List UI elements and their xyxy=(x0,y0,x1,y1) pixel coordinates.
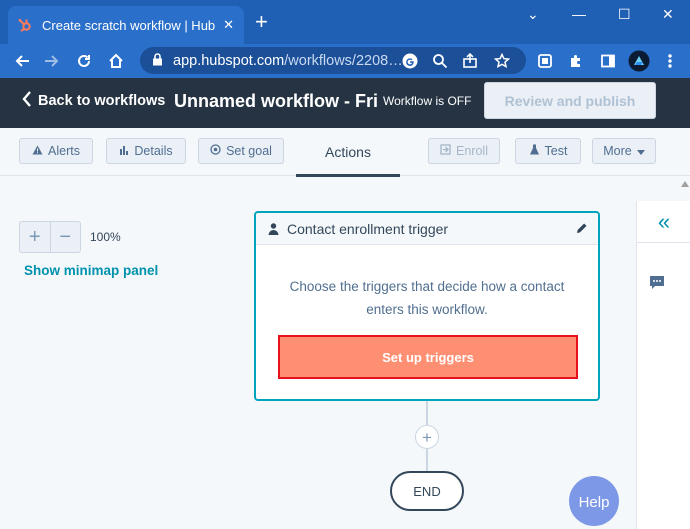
hubspot-logo-icon xyxy=(18,18,32,32)
expand-panel-button[interactable]: « xyxy=(637,201,690,243)
test-label: Test xyxy=(544,144,568,158)
browser-tab-strip: Create scratch workflow | HubSpot ✕ + ⌄ … xyxy=(0,0,690,44)
bookmark-star-icon[interactable] xyxy=(494,47,510,74)
back-link-label: Back to workflows xyxy=(38,93,166,109)
chevron-left-icon xyxy=(22,90,32,113)
enroll-icon xyxy=(440,144,451,158)
browser-toolbar: app.hubspot.com/workflows/2208… xyxy=(0,44,690,78)
right-side-panel: « xyxy=(636,201,690,529)
tab-search-icon[interactable]: ⌄ xyxy=(527,6,539,23)
trigger-card-header: Contact enrollment trigger xyxy=(256,213,598,245)
zoom-icon[interactable] xyxy=(432,47,448,74)
set-goal-button[interactable]: Set goal xyxy=(198,138,284,164)
profile-avatar-icon[interactable] xyxy=(627,49,651,73)
zoom-controls: + − xyxy=(19,221,81,253)
zoom-level: 100% xyxy=(90,230,121,244)
connector-line xyxy=(426,449,428,471)
help-button[interactable]: Help xyxy=(569,476,619,526)
set-goal-label: Set goal xyxy=(226,144,272,158)
warning-icon xyxy=(32,144,43,158)
scroll-up-arrow-icon[interactable] xyxy=(681,181,689,187)
more-dropdown[interactable]: More xyxy=(592,138,656,164)
target-icon xyxy=(210,144,221,158)
comment-icon[interactable] xyxy=(649,275,665,290)
tab-actions[interactable]: Actions xyxy=(296,128,400,177)
close-window-button[interactable]: ✕ xyxy=(662,6,674,23)
details-button[interactable]: Details xyxy=(106,138,186,164)
zoom-in-button[interactable]: + xyxy=(20,222,50,252)
url-host: app.hubspot.com xyxy=(173,52,285,69)
show-minimap-link[interactable]: Show minimap panel xyxy=(24,263,158,278)
lock-icon[interactable] xyxy=(152,52,163,69)
connector-line xyxy=(426,401,428,425)
test-button[interactable]: Test xyxy=(515,138,581,164)
review-and-publish-button[interactable]: Review and publish xyxy=(484,82,656,119)
workflow-toolbar: Alerts Details Set goal Actions Enroll T… xyxy=(0,128,690,177)
trigger-card-title: Contact enrollment trigger xyxy=(287,220,449,237)
home-icon[interactable] xyxy=(104,49,128,73)
tab-title: Create scratch workflow | HubSpot xyxy=(42,17,216,33)
google-icon[interactable] xyxy=(402,47,418,74)
pencil-icon[interactable] xyxy=(576,221,588,237)
workflow-name[interactable]: Unnamed workflow - Fri xyxy=(174,78,378,124)
more-label: More xyxy=(603,144,632,158)
workflow-status: Workflow is OFF xyxy=(383,94,472,108)
share-icon[interactable] xyxy=(462,47,478,74)
reader-mode-icon[interactable] xyxy=(533,49,557,73)
details-label: Details xyxy=(134,144,173,158)
set-up-triggers-button[interactable]: Set up triggers xyxy=(278,335,578,379)
add-action-button[interactable]: + xyxy=(415,425,439,449)
forward-arrow-icon[interactable] xyxy=(40,49,64,73)
workflow-header: Back to workflows Unnamed workflow - Fri… xyxy=(0,78,690,128)
enroll-label: Enroll xyxy=(456,144,488,158)
caret-down-icon xyxy=(636,144,645,158)
new-tab-button[interactable]: + xyxy=(255,11,268,33)
minimize-button[interactable]: — xyxy=(572,6,586,22)
browser-tab[interactable]: Create scratch workflow | HubSpot ✕ xyxy=(8,6,244,44)
end-node: END xyxy=(390,471,464,511)
enrollment-trigger-card[interactable]: Contact enrollment trigger Choose the tr… xyxy=(254,211,600,401)
address-bar[interactable]: app.hubspot.com/workflows/2208… xyxy=(140,47,526,74)
maximize-button[interactable]: ☐ xyxy=(618,6,631,23)
contact-icon xyxy=(268,222,279,235)
flask-icon xyxy=(529,144,540,158)
close-tab-icon[interactable]: ✕ xyxy=(223,17,234,33)
bar-chart-icon xyxy=(119,144,129,158)
back-to-workflows-link[interactable]: Back to workflows xyxy=(22,78,165,124)
reload-icon[interactable] xyxy=(72,49,96,73)
zoom-out-button[interactable]: − xyxy=(49,222,81,252)
extensions-puzzle-icon[interactable] xyxy=(564,49,588,73)
url-path: /workflows/2208… xyxy=(284,52,403,69)
alerts-label: Alerts xyxy=(48,144,80,158)
chrome-menu-icon[interactable] xyxy=(658,49,682,73)
alerts-button[interactable]: Alerts xyxy=(19,138,93,164)
side-panel-icon[interactable] xyxy=(596,49,620,73)
help-label: Help xyxy=(578,493,610,511)
trigger-card-description: Choose the triggers that decide how a co… xyxy=(289,279,565,317)
enroll-button[interactable]: Enroll xyxy=(428,138,500,164)
actions-tab-label: Actions xyxy=(325,144,371,160)
back-arrow-icon[interactable] xyxy=(10,49,34,73)
